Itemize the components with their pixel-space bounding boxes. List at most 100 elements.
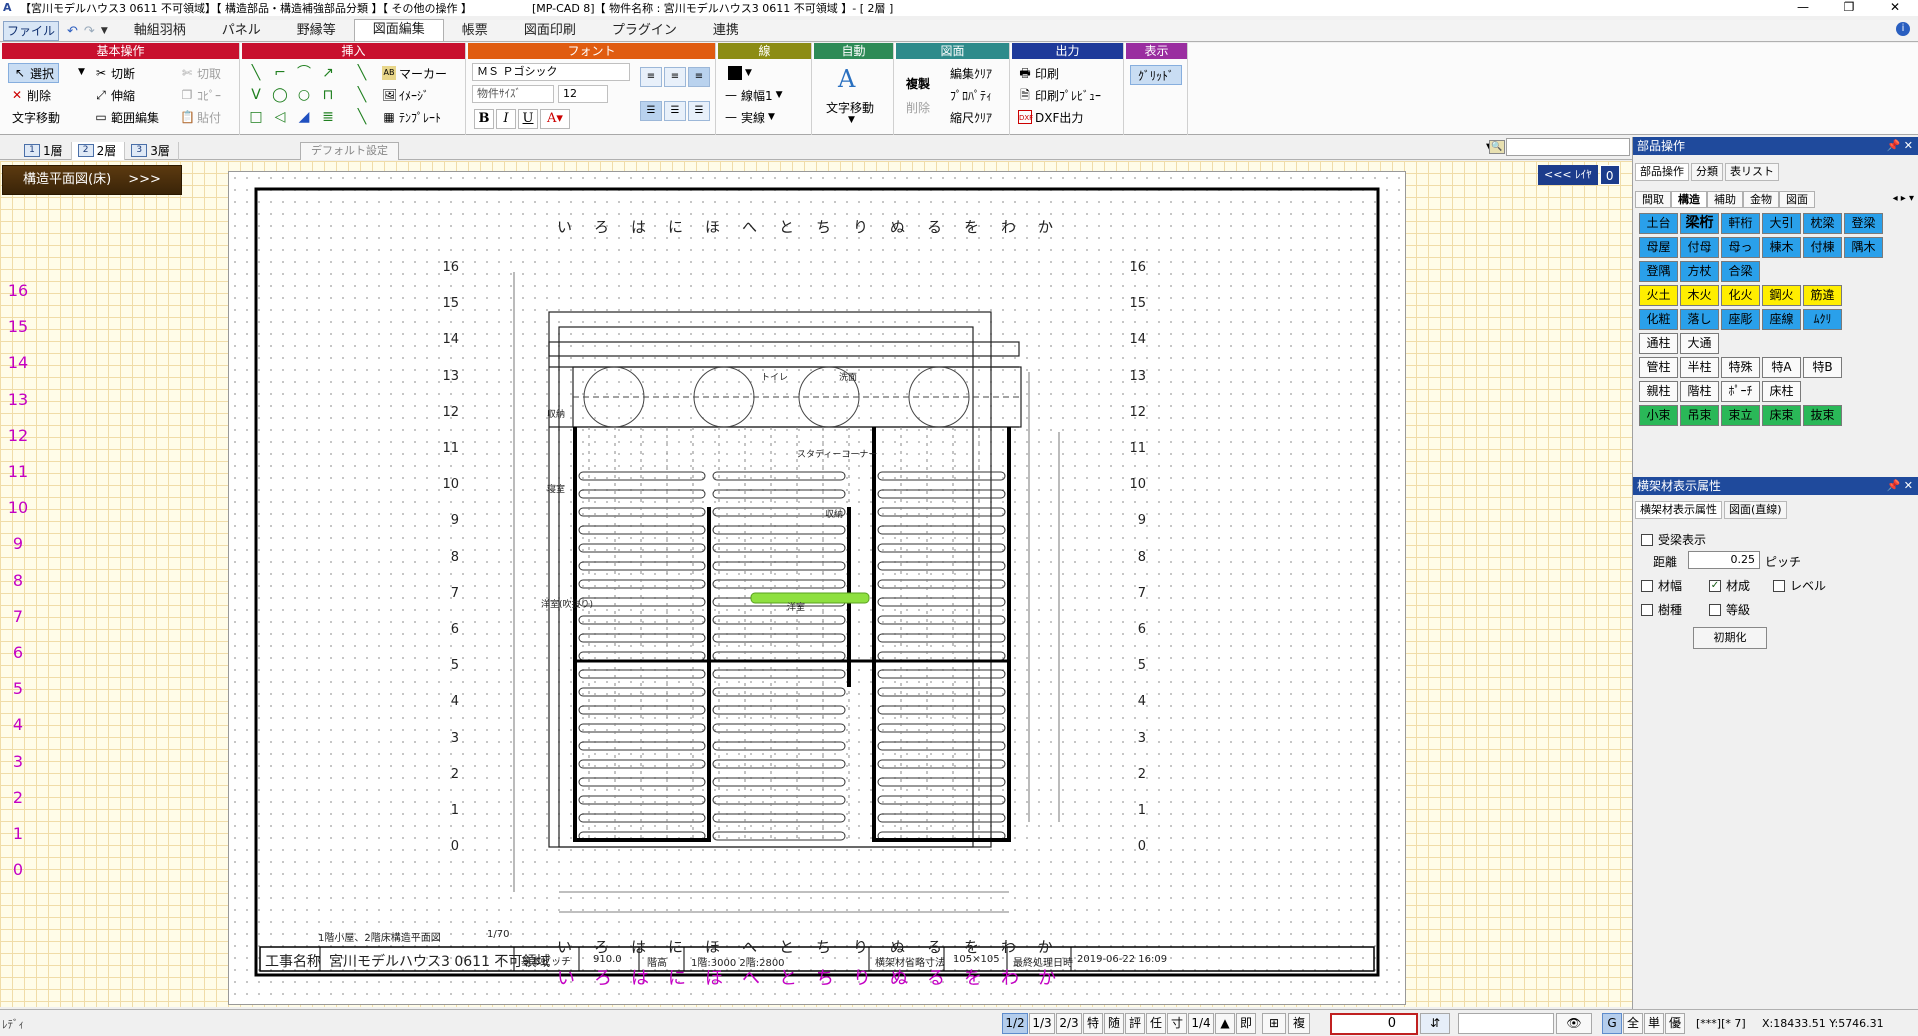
part-button[interactable]: 土台 xyxy=(1639,213,1678,234)
snap-mode-button[interactable]: 任 xyxy=(1146,1013,1166,1034)
diag-line3-icon[interactable]: ╲ xyxy=(354,109,370,125)
receive-beam-checkbox[interactable]: 受梁表示 xyxy=(1641,531,1706,548)
category-hardware[interactable]: 金物 xyxy=(1743,191,1779,208)
dxf-export-button[interactable]: DXF DXF出力 xyxy=(1018,107,1083,127)
print-preview-button[interactable]: 🗎 印刷ﾌﾟﾚﾋﾞｭｰ xyxy=(1018,85,1101,105)
layer-tab-1[interactable]: 1 1層 xyxy=(18,141,72,160)
snap-mode-button[interactable]: 1/4 xyxy=(1188,1013,1214,1034)
tab-plugin[interactable]: プラグイン xyxy=(594,21,695,41)
view-mode-button[interactable]: 全 xyxy=(1623,1013,1643,1034)
part-button[interactable]: 火土 xyxy=(1639,285,1678,306)
align-center-button[interactable]: ☰ xyxy=(664,101,686,121)
font-family-select[interactable]: ＭＳ Ｐゴシック xyxy=(472,63,630,81)
snap-mode-button[interactable]: ▲ xyxy=(1215,1013,1235,1034)
value-input[interactable]: 0 xyxy=(1330,1013,1418,1035)
font-size-select[interactable]: 12 xyxy=(558,85,608,103)
close-icon[interactable]: ✕ xyxy=(1872,0,1918,16)
undo-icon[interactable]: ↶ xyxy=(67,24,78,39)
part-button[interactable]: 木火 xyxy=(1680,285,1719,306)
part-button[interactable]: 小束 xyxy=(1639,405,1678,426)
part-button[interactable]: 鋼火 xyxy=(1762,285,1801,306)
view-mode-button[interactable]: 単 xyxy=(1644,1013,1664,1034)
diag-line2-icon[interactable]: ╲ xyxy=(354,87,370,103)
category-scroll-arrows[interactable]: ◂ ▸ ▾ xyxy=(1893,193,1914,204)
view-mode-badge[interactable]: 構造平面図(床) >>> xyxy=(2,165,182,195)
part-button[interactable]: 床束 xyxy=(1762,405,1801,426)
part-button[interactable]: 大通 xyxy=(1680,333,1719,354)
part-button[interactable]: 隅木 xyxy=(1844,237,1883,258)
part-button[interactable]: 付母 xyxy=(1680,237,1719,258)
part-button[interactable]: 特殊 xyxy=(1721,357,1760,378)
part-button[interactable]: 特A xyxy=(1762,357,1801,378)
default-settings-tab[interactable]: デフォルト設定 xyxy=(300,142,399,160)
auto-text-move-button[interactable]: 文字移動 xyxy=(826,99,874,116)
duplicate-button[interactable]: 複製 xyxy=(906,73,930,93)
snap-mode-button[interactable]: 1/2 xyxy=(1002,1013,1028,1034)
part-button[interactable]: 落し xyxy=(1680,309,1719,330)
fill-tool-icon[interactable]: ◢ xyxy=(296,109,312,125)
part-button[interactable]: 管柱 xyxy=(1639,357,1678,378)
snap-mode-button[interactable]: 2/3 xyxy=(1056,1013,1082,1034)
status-select[interactable] xyxy=(1458,1013,1554,1034)
redo-icon[interactable]: ↷ xyxy=(84,24,95,39)
composition-checkbox[interactable]: ✓ 材成 xyxy=(1709,577,1750,594)
align-middle-button[interactable]: ≡ xyxy=(664,67,686,87)
part-button[interactable]: 登隅 xyxy=(1639,261,1678,282)
cut-button[interactable]: ✂ 切断 xyxy=(94,63,135,83)
part-button[interactable]: 化火 xyxy=(1721,285,1760,306)
part-button[interactable]: ﾎﾟｰﾁ xyxy=(1721,381,1760,402)
part-button[interactable]: 方杖 xyxy=(1680,261,1719,282)
edit-clear-button[interactable]: 編集ｸﾘｱ xyxy=(950,63,992,83)
marker-button[interactable]: AB マーカー xyxy=(382,63,447,83)
circle-tool-icon[interactable]: ◯ xyxy=(272,87,288,103)
width-checkbox[interactable]: 材幅 xyxy=(1641,577,1682,594)
category-structure[interactable]: 構造 xyxy=(1671,191,1707,208)
freehand-tool-icon[interactable]: ↗ xyxy=(320,65,336,81)
view-mode-button[interactable]: 優 xyxy=(1665,1013,1685,1034)
part-button[interactable]: 化粧 xyxy=(1639,309,1678,330)
layer-tab-3[interactable]: 3 3層 xyxy=(125,141,179,160)
line-color-button[interactable]: ▼ xyxy=(728,63,752,83)
font-color-button[interactable]: A▾ xyxy=(540,109,570,129)
property-button[interactable]: ﾌﾟﾛﾊﾟﾃｨ xyxy=(950,85,992,105)
part-button[interactable]: 筋違 xyxy=(1803,285,1842,306)
part-button[interactable]: 束立 xyxy=(1721,405,1760,426)
subtab-classification[interactable]: 分類 xyxy=(1691,163,1723,181)
part-button[interactable]: 親柱 xyxy=(1639,381,1678,402)
part-button[interactable]: 通柱 xyxy=(1639,333,1678,354)
parts-panel-pin-close-icons[interactable]: 📌 ✕ xyxy=(1887,137,1913,155)
paste-button[interactable]: 📋 貼付 xyxy=(180,107,221,127)
initialize-button[interactable]: 初期化 xyxy=(1693,627,1767,649)
dimension-tool-icon[interactable]: ⊓ xyxy=(320,87,336,103)
restore-icon[interactable]: ❐ xyxy=(1826,0,1872,16)
tab-drawing-print[interactable]: 図面印刷 xyxy=(506,21,594,41)
part-button[interactable]: ﾑｸﾘ xyxy=(1803,309,1842,330)
part-button[interactable]: 吊束 xyxy=(1680,405,1719,426)
part-button[interactable]: 床柱 xyxy=(1762,381,1801,402)
copy-mode-button[interactable]: 複 xyxy=(1288,1013,1310,1034)
file-menu-button[interactable]: ファイル xyxy=(3,21,59,41)
part-button[interactable]: 棟木 xyxy=(1762,237,1801,258)
category-auxiliary[interactable]: 補助 xyxy=(1707,191,1743,208)
part-button[interactable]: 抜束 xyxy=(1803,405,1842,426)
part-button[interactable]: 軒桁 xyxy=(1721,213,1760,234)
tab-link[interactable]: 連携 xyxy=(695,21,757,41)
tab-panel[interactable]: パネル xyxy=(204,21,279,41)
tab-report[interactable]: 帳票 xyxy=(444,21,506,41)
line-width-select[interactable]: — 線幅1 ▼ xyxy=(724,85,783,105)
ellipse-tool-icon[interactable]: ○ xyxy=(296,87,312,103)
text-move-button[interactable]: 文字移動 xyxy=(12,107,60,127)
font-size-mode-select[interactable]: 物件ｻｲｽﾞ xyxy=(472,85,554,103)
part-button[interactable]: 座線 xyxy=(1762,309,1801,330)
part-button[interactable]: 特B xyxy=(1803,357,1842,378)
snap-mode-button[interactable]: 特 xyxy=(1083,1013,1103,1034)
level-checkbox[interactable]: レベル xyxy=(1773,577,1826,594)
cut-out-button[interactable]: ✄ 切取 xyxy=(180,63,221,83)
tab-axis-frame[interactable]: 軸組羽柄 xyxy=(116,21,204,41)
species-checkbox[interactable]: 樹種 xyxy=(1641,601,1682,618)
part-button[interactable]: 階柱 xyxy=(1680,381,1719,402)
snap-mode-button[interactable]: 寸 xyxy=(1167,1013,1187,1034)
align-left-button[interactable]: ☰ xyxy=(640,101,662,121)
category-drawing[interactable]: 図面 xyxy=(1779,191,1815,208)
qat-dropdown-icon[interactable]: ▼ xyxy=(101,26,108,36)
